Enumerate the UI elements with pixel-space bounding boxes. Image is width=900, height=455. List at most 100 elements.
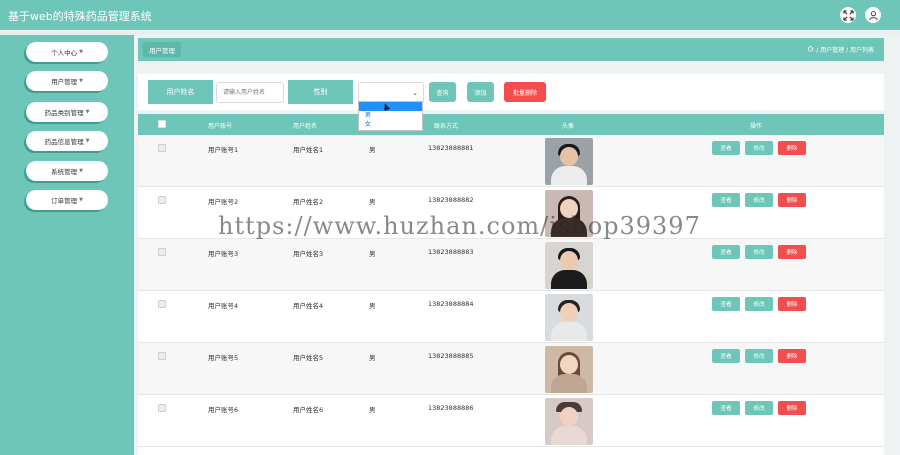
top-bar: 基于web的特殊药品管理系统	[0, 0, 900, 30]
home-icon[interactable]	[807, 45, 814, 54]
view-button[interactable]: 查看	[712, 245, 740, 259]
gender-cell: 男	[369, 198, 376, 206]
delete-button[interactable]: 删除	[778, 297, 806, 311]
phone-cell: 13823888881	[428, 144, 474, 152]
sidebar-item-drug-category[interactable]: 药品类别管理 ▼	[26, 102, 108, 122]
breadcrumb-path: / 用户管理 / 用户列表	[816, 47, 874, 54]
table-row: 用户账号1 用户姓名1 男 13823888881 查看 修改 删除	[138, 135, 884, 187]
phone-cell: 13823888885	[428, 352, 474, 360]
table-row: 用户账号2 用户姓名2 男 13823888882 查看 修改 删除	[138, 187, 884, 239]
delete-button[interactable]: 删除	[778, 245, 806, 259]
view-button[interactable]: 查看	[712, 193, 740, 207]
app-title: 基于web的特殊药品管理系统	[8, 10, 152, 23]
phone-cell: 13823888886	[428, 404, 474, 412]
chevron-down-icon: ▼	[79, 78, 83, 84]
row-checkbox[interactable]	[158, 196, 166, 204]
user-table: 用户账号 用户姓名 性别 联系方式 头像 操作 用户账号1 用户姓名1 男 13…	[138, 114, 884, 455]
gender-cell: 男	[369, 302, 376, 310]
row-checkbox[interactable]	[158, 248, 166, 256]
column-header: 用户账号	[208, 123, 233, 130]
sidebar-item-user-management[interactable]: 用户管理 ▼	[26, 71, 108, 91]
gender-option[interactable]	[359, 102, 422, 111]
avatar	[545, 242, 593, 289]
avatar	[545, 294, 593, 341]
select-all-checkbox[interactable]	[158, 120, 166, 128]
add-button[interactable]: 添加	[467, 82, 494, 102]
column-header: 操作	[750, 123, 763, 130]
account-cell: 用户账号2	[208, 198, 239, 206]
chevron-down-icon: ▼	[79, 168, 83, 174]
phone-cell: 13823888882	[428, 196, 474, 204]
table-row: 用户账号5 用户姓名5 男 13823888885 查看 修改 删除	[138, 343, 884, 395]
account-cell: 用户账号3	[208, 250, 239, 258]
edit-button[interactable]: 修改	[745, 141, 773, 155]
edit-button[interactable]: 修改	[745, 349, 773, 363]
chevron-down-icon: ▼	[79, 49, 83, 55]
delete-button[interactable]: 删除	[778, 401, 806, 415]
query-button[interactable]: 查询	[429, 82, 456, 102]
view-button[interactable]: 查看	[712, 141, 740, 155]
account-cell: 用户账号6	[208, 406, 239, 414]
account-cell: 用户账号4	[208, 302, 239, 310]
sidebar-item-system[interactable]: 系统管理 ▼	[26, 161, 108, 181]
table-row: 用户账号3 用户姓名3 男 13823888883 查看 修改 删除	[138, 239, 884, 291]
name-cell: 用户姓名5	[293, 354, 324, 362]
account-cell: 用户账号5	[208, 354, 239, 362]
batch-delete-button[interactable]: 批量删除	[504, 82, 546, 102]
sidebar-item-orders[interactable]: 订单管理 ▼	[26, 190, 108, 210]
chevron-down-icon: ⌄	[412, 89, 418, 97]
edit-button[interactable]: 修改	[745, 193, 773, 207]
sidebar-item-label: 订单管理	[51, 197, 78, 205]
row-checkbox[interactable]	[158, 300, 166, 308]
name-cell: 用户姓名6	[293, 406, 324, 414]
row-checkbox[interactable]	[158, 352, 166, 360]
fullscreen-icon[interactable]	[840, 7, 856, 23]
avatar	[545, 346, 593, 393]
sidebar-item-drug-info[interactable]: 药品信息管理 ▼	[26, 131, 108, 151]
row-checkbox[interactable]	[158, 144, 166, 152]
sidebar: 个人中心 ▼ 用户管理 ▼ 药品类别管理 ▼ 药品信息管理 ▼ 系统管理 ▼ 订单管理 ▼	[0, 35, 134, 455]
chevron-down-icon: ▼	[85, 109, 90, 115]
sidebar-item-label: 个人中心	[51, 49, 78, 57]
phone-cell: 13823888884	[428, 300, 474, 308]
edit-button[interactable]: 修改	[745, 297, 773, 311]
table-header: 用户账号 用户姓名 性别 联系方式 头像 操作	[138, 114, 884, 135]
name-cell: 用户姓名3	[293, 250, 324, 258]
avatar	[545, 190, 593, 237]
edit-button[interactable]: 修改	[745, 245, 773, 259]
sidebar-item-personal-center[interactable]: 个人中心 ▼	[26, 42, 108, 62]
avatar	[545, 138, 593, 185]
gender-dropdown[interactable]: 男 女	[358, 101, 423, 131]
user-icon[interactable]	[865, 7, 881, 23]
view-button[interactable]: 查看	[712, 401, 740, 415]
delete-button[interactable]: 删除	[778, 141, 806, 155]
column-header: 用户姓名	[293, 123, 318, 130]
row-checkbox[interactable]	[158, 404, 166, 412]
sidebar-item-label: 用户管理	[51, 78, 78, 86]
sidebar-item-label: 药品信息管理	[44, 138, 84, 146]
gender-cell: 男	[369, 354, 376, 362]
edit-button[interactable]: 修改	[745, 401, 773, 415]
account-cell: 用户账号1	[208, 146, 239, 154]
name-label: 用户姓名	[148, 80, 213, 104]
name-cell: 用户姓名2	[293, 198, 324, 206]
delete-button[interactable]: 删除	[778, 349, 806, 363]
gender-option[interactable]: 男	[359, 111, 422, 120]
search-bar: 用户姓名 性别 ⌄ 查询 添加 批量删除	[138, 74, 884, 110]
page-tab[interactable]: 用户管理	[143, 42, 181, 57]
gender-option[interactable]: 女	[359, 120, 422, 129]
column-header: 头像	[562, 123, 575, 130]
phone-cell: 13823888883	[428, 248, 474, 256]
view-button[interactable]: 查看	[712, 349, 740, 363]
gender-cell: 男	[369, 406, 376, 414]
breadcrumb-bar: 用户管理 / 用户管理 / 用户列表	[138, 38, 884, 61]
gender-cell: 男	[369, 250, 376, 258]
avatar	[545, 398, 593, 445]
name-search-input[interactable]	[216, 82, 284, 103]
chevron-down-icon: ▼	[79, 197, 83, 203]
chevron-down-icon: ▼	[85, 138, 90, 144]
view-button[interactable]: 查看	[712, 297, 740, 311]
column-header: 联系方式	[434, 123, 459, 130]
delete-button[interactable]: 删除	[778, 193, 806, 207]
table-row: 用户账号6 用户姓名6 男 13823888886 查看 修改 删除	[138, 395, 884, 447]
